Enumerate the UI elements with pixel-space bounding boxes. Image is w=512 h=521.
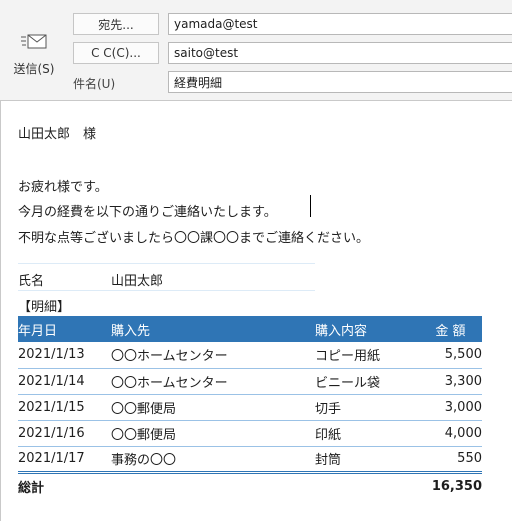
- cc-field[interactable]: saito@test: [168, 42, 512, 64]
- subject-label: 件名(U): [73, 77, 116, 91]
- total-empty-cell: [315, 472, 405, 500]
- row-item: 印紙: [315, 420, 405, 447]
- row-amount: 3,300: [405, 368, 482, 395]
- message-header: 送信(S) 宛先... yamada@test C C(C)... saito@…: [0, 0, 512, 100]
- contact-line: 不明な点等ございましたら〇〇課〇〇までご連絡ください。: [18, 231, 370, 246]
- to-button[interactable]: 宛先...: [73, 13, 159, 35]
- table-total-row: 総計 16,350: [18, 472, 482, 500]
- summary-top-border: [18, 263, 315, 264]
- summary-bottom-border: [18, 290, 315, 291]
- total-value: 16,350: [431, 479, 482, 495]
- row-date: 2021/1/14: [18, 368, 111, 395]
- envelope-send-icon: [21, 32, 47, 52]
- table-header-row: 年月日 購入先 購入内容 金 額: [18, 316, 482, 342]
- row-amount: 3,000: [405, 394, 482, 421]
- row-amount: 550: [405, 446, 482, 474]
- intro-line: 今月の経費を以下の通りご連絡いたします。: [18, 205, 277, 220]
- header-shop: 購入先: [111, 323, 151, 339]
- table-row: 2021/1/14 〇〇ホームセンター ビニール袋 3,300: [18, 368, 482, 395]
- table-row: 2021/1/17 事務の〇〇 封筒 550: [18, 446, 482, 474]
- row-date: 2021/1/15: [18, 394, 111, 421]
- row-shop: 〇〇郵便局: [111, 420, 315, 447]
- row-date: 2021/1/16: [18, 420, 111, 447]
- table-row: 2021/1/16 〇〇郵便局 印紙 4,000: [18, 420, 482, 447]
- row-item: コピー用紙: [315, 342, 405, 369]
- row-shop: 〇〇郵便局: [111, 394, 315, 421]
- total-empty-cell: [111, 472, 315, 500]
- table-row: 2021/1/15 〇〇郵便局 切手 3,000: [18, 394, 482, 421]
- row-item: 切手: [315, 394, 405, 421]
- row-shop: 〇〇ホームセンター: [111, 342, 315, 369]
- header-item: 購入内容: [315, 323, 368, 339]
- total-label: 総計: [18, 481, 45, 497]
- name-value: 山田太郎: [111, 274, 164, 289]
- row-amount: 5,500: [405, 342, 482, 369]
- row-item: 封筒: [315, 446, 405, 474]
- send-button[interactable]: 送信(S): [6, 10, 62, 90]
- row-shop: 事務の〇〇: [111, 446, 315, 474]
- row-item: ビニール袋: [315, 368, 405, 395]
- subject-field[interactable]: 経費明細: [168, 71, 512, 93]
- row-date: 2021/1/17: [18, 446, 111, 474]
- expense-table: 年月日 購入先 購入内容 金 額 2021/1/13 〇〇ホームセンター コピー…: [18, 316, 482, 500]
- row-date: 2021/1/13: [18, 342, 111, 369]
- send-button-label: 送信(S): [13, 62, 55, 76]
- row-amount: 4,000: [405, 420, 482, 447]
- greeting-line: お疲れ様です。: [18, 180, 108, 195]
- header-amount: 金 額: [435, 323, 466, 339]
- row-shop: 〇〇ホームセンター: [111, 368, 315, 395]
- to-field[interactable]: yamada@test: [168, 13, 512, 35]
- text-caret: [310, 195, 311, 217]
- table-row: 2021/1/13 〇〇ホームセンター コピー用紙 5,500: [18, 342, 482, 369]
- salutation: 山田太郎 様: [18, 127, 97, 142]
- name-label: 氏名: [18, 274, 45, 289]
- detail-section-label: 【明細】: [18, 300, 71, 315]
- header-date: 年月日: [18, 323, 58, 339]
- cc-button[interactable]: C C(C)...: [73, 42, 159, 64]
